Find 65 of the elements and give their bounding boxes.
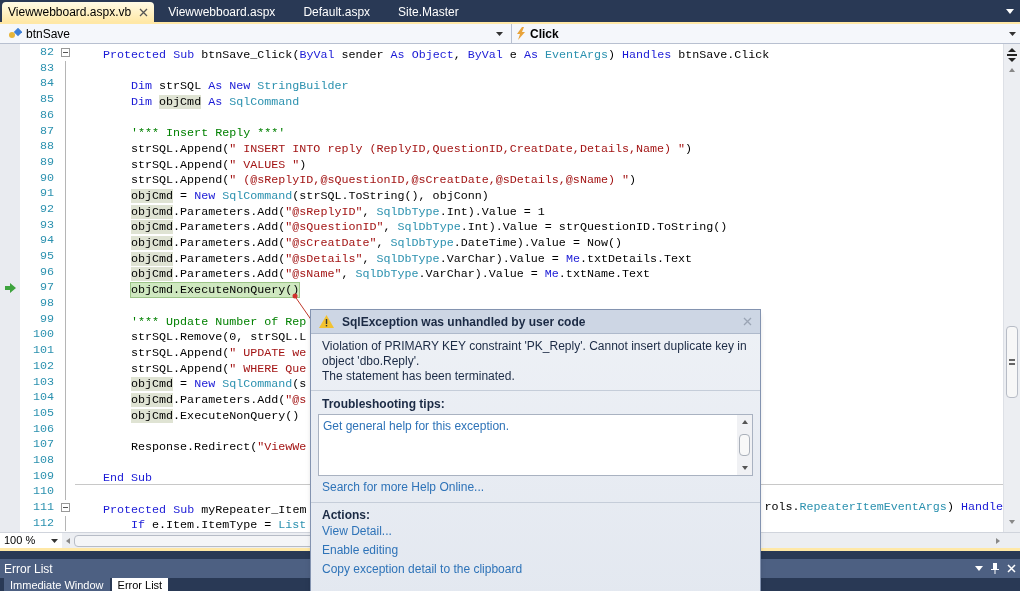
code-line: rols.RepeaterItemEventArgs) Handle (764, 499, 1003, 516)
line-number: 91 (38, 185, 55, 203)
line-number: 96 (38, 263, 55, 281)
line-number: 108 (31, 451, 55, 469)
line-number: 105 (31, 404, 55, 422)
exception-title: SqlException was unhandled by user code (342, 313, 586, 331)
code-line: strSQL.Remove(0, strSQL.L (131, 330, 307, 345)
code-line: If e.Item.ItemType = List (131, 518, 307, 532)
code-line: Response.Redirect("ViewWe (131, 440, 307, 455)
line-number: 104 (31, 389, 55, 407)
line-number: 95 (38, 248, 55, 265)
code-line: objCmd.Parameters.Add("@sQuestionID", SqlDbType.Int).Value = strQuestionID.ToString() (131, 220, 728, 235)
code-line: Protected Sub myRepeater_Item (103, 502, 307, 517)
line-number: 97 (38, 279, 55, 297)
code-line: strSQL.Append(" INSERT INTO reply (ReplyID,QuestionID,CreatDate,Details,Name) ") (131, 141, 693, 156)
exception-message: Violation of PRIMARY KEY constraint 'PK_Reply'. Cannot insert duplicate key in object 'dbo.Reply'. (322, 339, 748, 369)
code-line: objCmd = New SqlCommand(strSQL.ToString(), objConn) (131, 189, 489, 204)
code-line: strSQL.Append(" WHERE Que (131, 361, 307, 376)
line-number: 93 (38, 216, 55, 234)
line-number: 89 (38, 153, 55, 171)
zoom-level: 100 % (4, 533, 36, 549)
line-number: 87 (38, 122, 55, 140)
line-number: 85 (38, 91, 55, 109)
line-number: 109 (31, 467, 55, 485)
line-number: 98 (38, 295, 55, 313)
code-line: objCmd.Parameters.Add("@sName", SqlDbType.VarChar).Value = Me.txtName.Text (131, 267, 651, 282)
line-number: 103 (31, 373, 55, 391)
section-heading: Troubleshooting tips: (321, 396, 446, 412)
line-number: 107 (31, 436, 55, 454)
line-number: 92 (38, 200, 55, 218)
line-number: 102 (31, 357, 55, 375)
code-line: '*** Update Number of Rep (131, 314, 307, 329)
code-line: objCmd = New SqlCommand(s (131, 377, 307, 392)
line-number: 112 (31, 514, 55, 532)
code-line: strSQL.Append(" UPDATE we (131, 345, 307, 360)
line-number: 101 (31, 342, 55, 360)
code-line: Dim strSQL As New StringBuilder (131, 79, 349, 94)
code-line: '*** Insert Reply ***' (131, 126, 286, 141)
code-line: objCmd.ExecuteNonQuery() (131, 408, 300, 423)
line-number: 82 (38, 44, 55, 62)
exception-message: The statement has been terminated. (322, 369, 516, 384)
code-line: objCmd.Parameters.Add("@sReplyID", SqlDbType.Int).Value = 1 (131, 204, 545, 219)
line-number: 88 (38, 138, 55, 156)
code-line: strSQL.Append(" VALUES ") (131, 157, 307, 172)
line-number: 99 (38, 310, 55, 328)
line-number: 83 (38, 59, 55, 77)
line-number: 86 (38, 106, 55, 124)
code-line: Dim objCmd As SqlCommand (131, 94, 300, 109)
code-line: End Sub (103, 471, 153, 486)
line-number: 90 (38, 169, 55, 187)
line-number: 100 (31, 326, 55, 344)
line-number: 84 (38, 75, 55, 93)
class-name: btnSave (26, 25, 71, 43)
line-number: 110 (31, 483, 55, 501)
line-number: 106 (31, 420, 55, 438)
method-name: Click (530, 25, 559, 43)
line-number: 111 (31, 499, 55, 516)
panel-title: Error List (4, 560, 53, 578)
code-line: Protected Sub btnSave_Click(ByVal sender As Object, ByVal e As EventArgs) Handles btnSave.Click (103, 47, 770, 62)
code-line: objCmd.Parameters.Add("@sCreatDate", SqlDbType.DateTime).Value = Now() (131, 236, 622, 251)
section-heading: Actions: (321, 507, 371, 523)
code-line: objCmd.Parameters.Add("@sDetails", SqlDbType.VarChar).Value = Me.txtDetails.Text (131, 251, 693, 266)
line-number: 94 (38, 232, 55, 250)
code-line: strSQL.Append(" (@sReplyID,@sQuestionID,@sCreatDate,@sDetails,@sName) ") (131, 173, 636, 188)
code-line: objCmd.Parameters.Add("@s (131, 392, 307, 407)
